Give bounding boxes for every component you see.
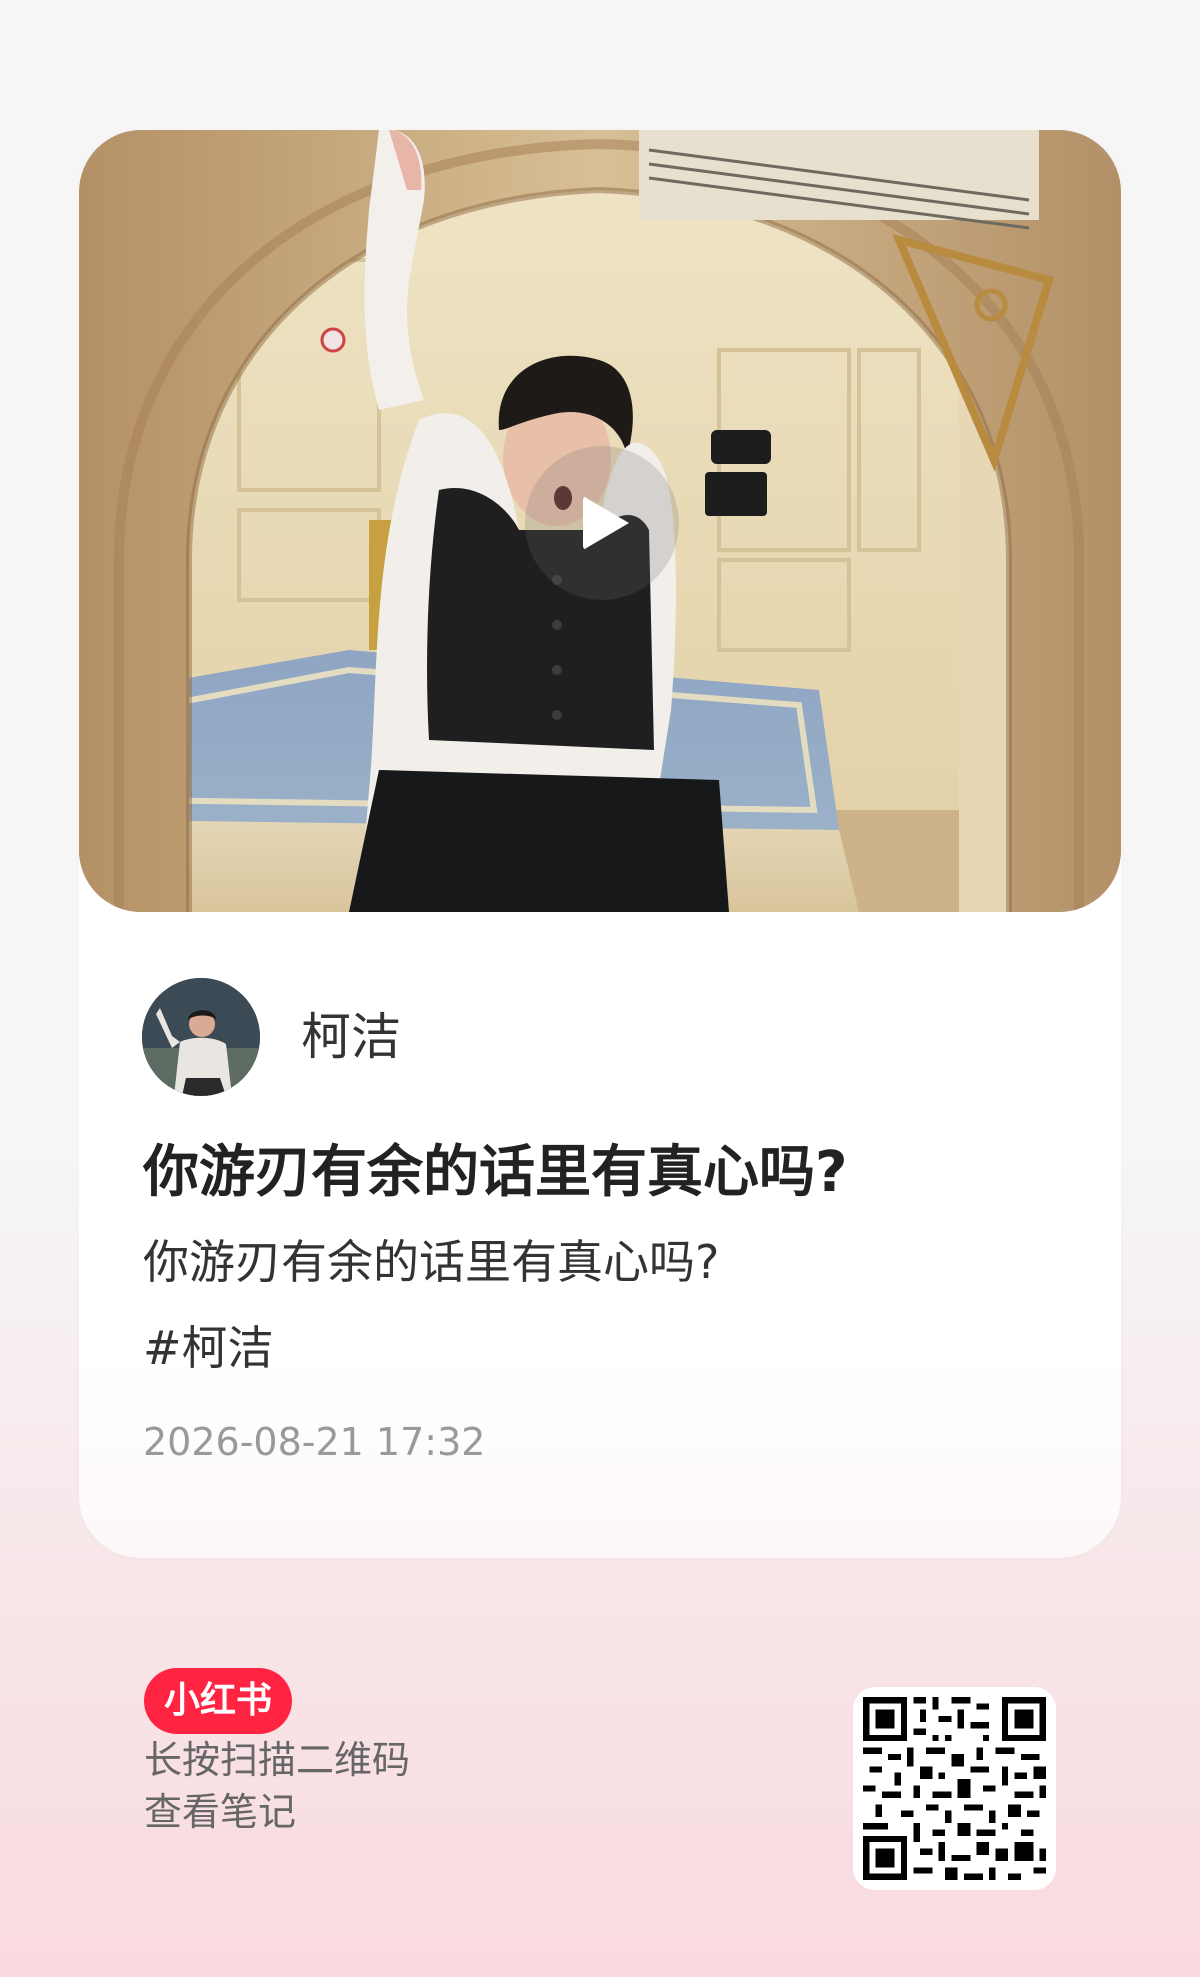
author-name[interactable]: 柯洁 <box>301 1007 401 1067</box>
avatar[interactable] <box>142 978 260 1096</box>
qr-code[interactable] <box>853 1687 1056 1890</box>
xiaohongshu-logo: 小红书 <box>144 1668 292 1734</box>
qr-code-icon <box>863 1697 1046 1880</box>
hashtag-link[interactable]: #柯洁 <box>143 1316 274 1380</box>
note-description: 你游刃有余的话里有真心吗? <box>143 1235 720 1289</box>
scan-hint-line2: 查看笔记 <box>144 1790 297 1834</box>
note-timestamp: 2026-08-21 17:32 <box>143 1420 486 1464</box>
avatar-image <box>142 978 260 1096</box>
play-icon <box>583 496 629 550</box>
play-button[interactable] <box>525 446 679 600</box>
note-title: 你游刃有余的话里有真心吗? <box>143 1140 848 1205</box>
video-cover[interactable] <box>79 130 1121 912</box>
note-share-card: 柯洁 你游刃有余的话里有真心吗? 你游刃有余的话里有真心吗? #柯洁 2026-… <box>79 130 1121 1558</box>
scan-hint-line1: 长按扫描二维码 <box>144 1738 411 1782</box>
